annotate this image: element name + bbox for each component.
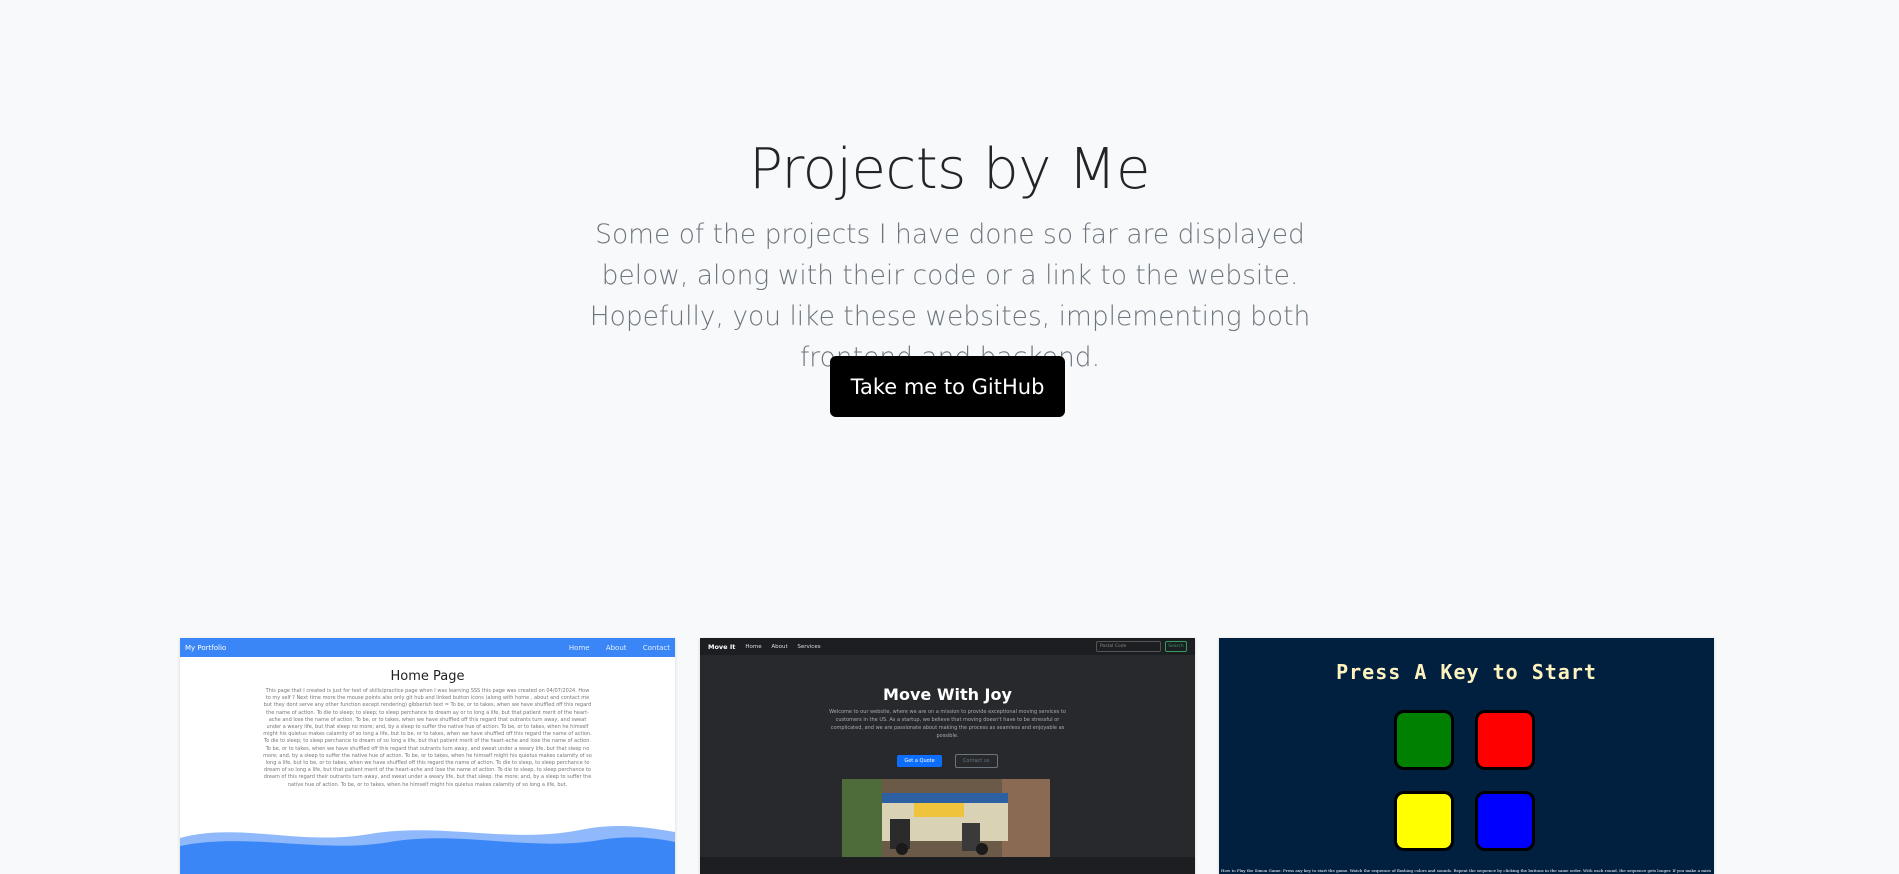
- moving-buttons: Get a Quote Contact us: [700, 747, 1195, 768]
- moving-nav-links: Home About Services: [745, 644, 828, 650]
- moving-footer-bar: [700, 857, 1195, 874]
- simon-green-pad: [1394, 710, 1454, 770]
- moving-search-button: Search: [1165, 641, 1187, 652]
- portfolio-nav-links: Home About Contact: [555, 644, 670, 652]
- page-title: Projects by Me: [749, 137, 1150, 202]
- portfolio-body-text: This page that I created is just for tes…: [263, 688, 592, 788]
- moving-contact-button: Contact us: [954, 754, 998, 768]
- github-button[interactable]: Take me to GitHub: [830, 356, 1065, 417]
- portfolio-navbar: My Portfolio Home About Contact: [180, 638, 675, 657]
- moving-nav-home: Home: [745, 643, 762, 650]
- moving-heading: Move With Joy: [883, 685, 1012, 704]
- portfolio-brand: My Portfolio: [185, 643, 227, 652]
- simon-yellow-pad: [1394, 791, 1454, 851]
- simon-red-pad: [1475, 710, 1535, 770]
- portfolio-heading: Home Page: [390, 669, 465, 684]
- project-card-simon[interactable]: Press A Key to Start How to Play the Sim…: [1219, 638, 1714, 874]
- project-card-portfolio[interactable]: My Portfolio Home About Contact Home Pag…: [180, 638, 675, 874]
- moving-body-text: Welcome to our website, where we are on …: [829, 709, 1066, 739]
- simon-instructions: How to Play the Simon Game: Press any ke…: [1221, 868, 1711, 873]
- simon-title: Press A Key to Start: [1336, 660, 1597, 684]
- moving-truck-photo: [842, 779, 1050, 857]
- moving-nav-about: About: [771, 643, 788, 650]
- portfolio-nav-about: About: [605, 643, 627, 652]
- project-card-moving[interactable]: Move It Home About Services Postal Code …: [700, 638, 1195, 874]
- portfolio-nav-home: Home: [568, 643, 590, 652]
- hero-lead: Some of the projects I have done so far …: [589, 219, 1311, 373]
- moving-nav-services: Services: [797, 643, 821, 650]
- portfolio-wave-graphic: [180, 826, 675, 874]
- moving-quote-button: Get a Quote: [897, 755, 942, 767]
- portfolio-nav-contact: Contact: [642, 643, 670, 652]
- moving-navbar: Move It Home About Services Postal Code …: [700, 638, 1195, 655]
- moving-search-input: Postal Code: [1096, 641, 1161, 652]
- moving-brand: Move It: [708, 642, 736, 651]
- simon-blue-pad: [1475, 791, 1535, 851]
